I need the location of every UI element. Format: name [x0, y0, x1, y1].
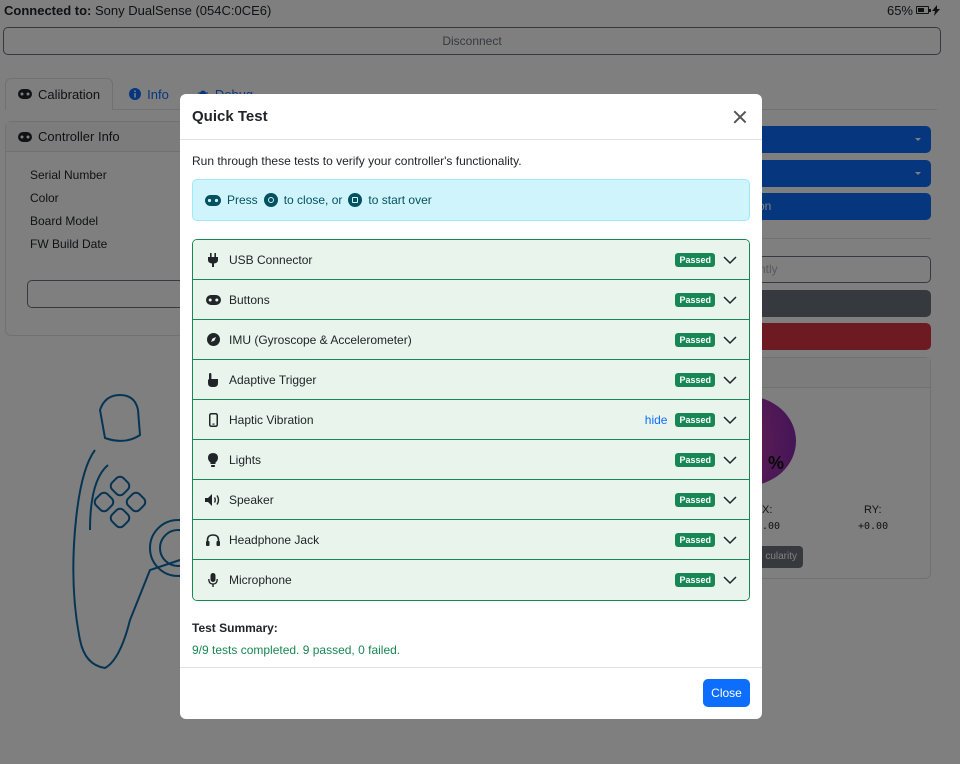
- test-name: USB Connector: [229, 252, 313, 267]
- gamepad-icon: [205, 292, 221, 308]
- lightbulb-icon: [205, 452, 221, 468]
- alert-suffix: to start over: [368, 193, 432, 207]
- chevron-down-icon: [723, 495, 737, 504]
- status-badge: Passed: [675, 492, 715, 507]
- plug-icon: [205, 252, 221, 268]
- volume-icon: [205, 492, 221, 508]
- test-name: Haptic Vibration: [229, 412, 314, 427]
- chevron-down-icon: [723, 535, 737, 544]
- test-item-usb-connector[interactable]: USB Connector Passed: [193, 240, 749, 280]
- gamepad-icon: [205, 194, 221, 206]
- status-badge: Passed: [675, 532, 715, 547]
- mobile-icon: [205, 412, 221, 428]
- test-name: Headphone Jack: [229, 532, 320, 547]
- compass-icon: [205, 332, 221, 348]
- square-button-icon: [348, 193, 363, 207]
- status-badge: Passed: [675, 412, 715, 427]
- test-list: USB Connector Passed Buttons Passed IMU …: [192, 239, 750, 601]
- headphones-icon: [205, 532, 221, 548]
- test-name: Buttons: [229, 292, 270, 307]
- test-item-haptic-vibration[interactable]: Haptic Vibration hide Passed: [193, 400, 749, 440]
- chevron-down-icon: [723, 415, 737, 424]
- status-badge: Passed: [675, 332, 715, 347]
- test-name: Microphone: [229, 573, 292, 587]
- status-badge: Passed: [675, 573, 715, 587]
- info-alert: Press to close, or to start over: [192, 179, 750, 221]
- test-item-adaptive-trigger[interactable]: Adaptive Trigger Passed: [193, 360, 749, 400]
- test-name: Lights: [229, 452, 262, 467]
- chevron-down-icon: [723, 576, 737, 585]
- close-button[interactable]: Close: [703, 679, 750, 707]
- modal-header: Quick Test: [180, 94, 762, 140]
- alert-prefix: Press: [227, 193, 258, 207]
- test-item-microphone[interactable]: Microphone Passed: [193, 560, 749, 600]
- status-badge: Passed: [675, 252, 715, 267]
- modal-title: Quick Test: [192, 108, 268, 125]
- test-item-imu[interactable]: IMU (Gyroscope & Accelerometer) Passed: [193, 320, 749, 360]
- test-item-headphone-jack[interactable]: Headphone Jack Passed: [193, 520, 749, 560]
- test-name: IMU (Gyroscope & Accelerometer): [229, 332, 412, 347]
- alert-middle: to close, or: [283, 193, 343, 207]
- status-badge: Passed: [675, 452, 715, 467]
- microphone-icon: [205, 572, 221, 588]
- summary-title: Test Summary:: [192, 621, 278, 635]
- test-item-buttons[interactable]: Buttons Passed: [193, 280, 749, 320]
- test-item-lights[interactable]: Lights Passed: [193, 440, 749, 480]
- hide-link[interactable]: hide: [645, 413, 668, 427]
- chevron-down-icon: [723, 375, 737, 384]
- close-icon[interactable]: [730, 107, 750, 127]
- intro-text: Run through these tests to verify your c…: [192, 154, 522, 168]
- chevron-down-icon: [723, 295, 737, 304]
- modal-body: Run through these tests to verify your c…: [180, 140, 762, 657]
- circle-button-icon: [263, 193, 278, 207]
- test-name: Speaker: [229, 492, 274, 507]
- hand-pointer-icon: [205, 372, 221, 388]
- test-summary: Test Summary: 9/9 tests completed. 9 pas…: [192, 621, 750, 657]
- chevron-down-icon: [723, 255, 737, 264]
- test-name: Adaptive Trigger: [229, 372, 317, 387]
- summary-text: 9/9 tests completed. 9 passed, 0 failed.: [192, 643, 401, 657]
- status-badge: Passed: [675, 372, 715, 387]
- quick-test-modal: Quick Test Run through these tests to ve…: [180, 94, 762, 719]
- test-item-speaker[interactable]: Speaker Passed: [193, 480, 749, 520]
- chevron-down-icon: [723, 455, 737, 464]
- status-badge: Passed: [675, 292, 715, 307]
- modal-footer: Close: [180, 667, 762, 719]
- chevron-down-icon: [723, 335, 737, 344]
